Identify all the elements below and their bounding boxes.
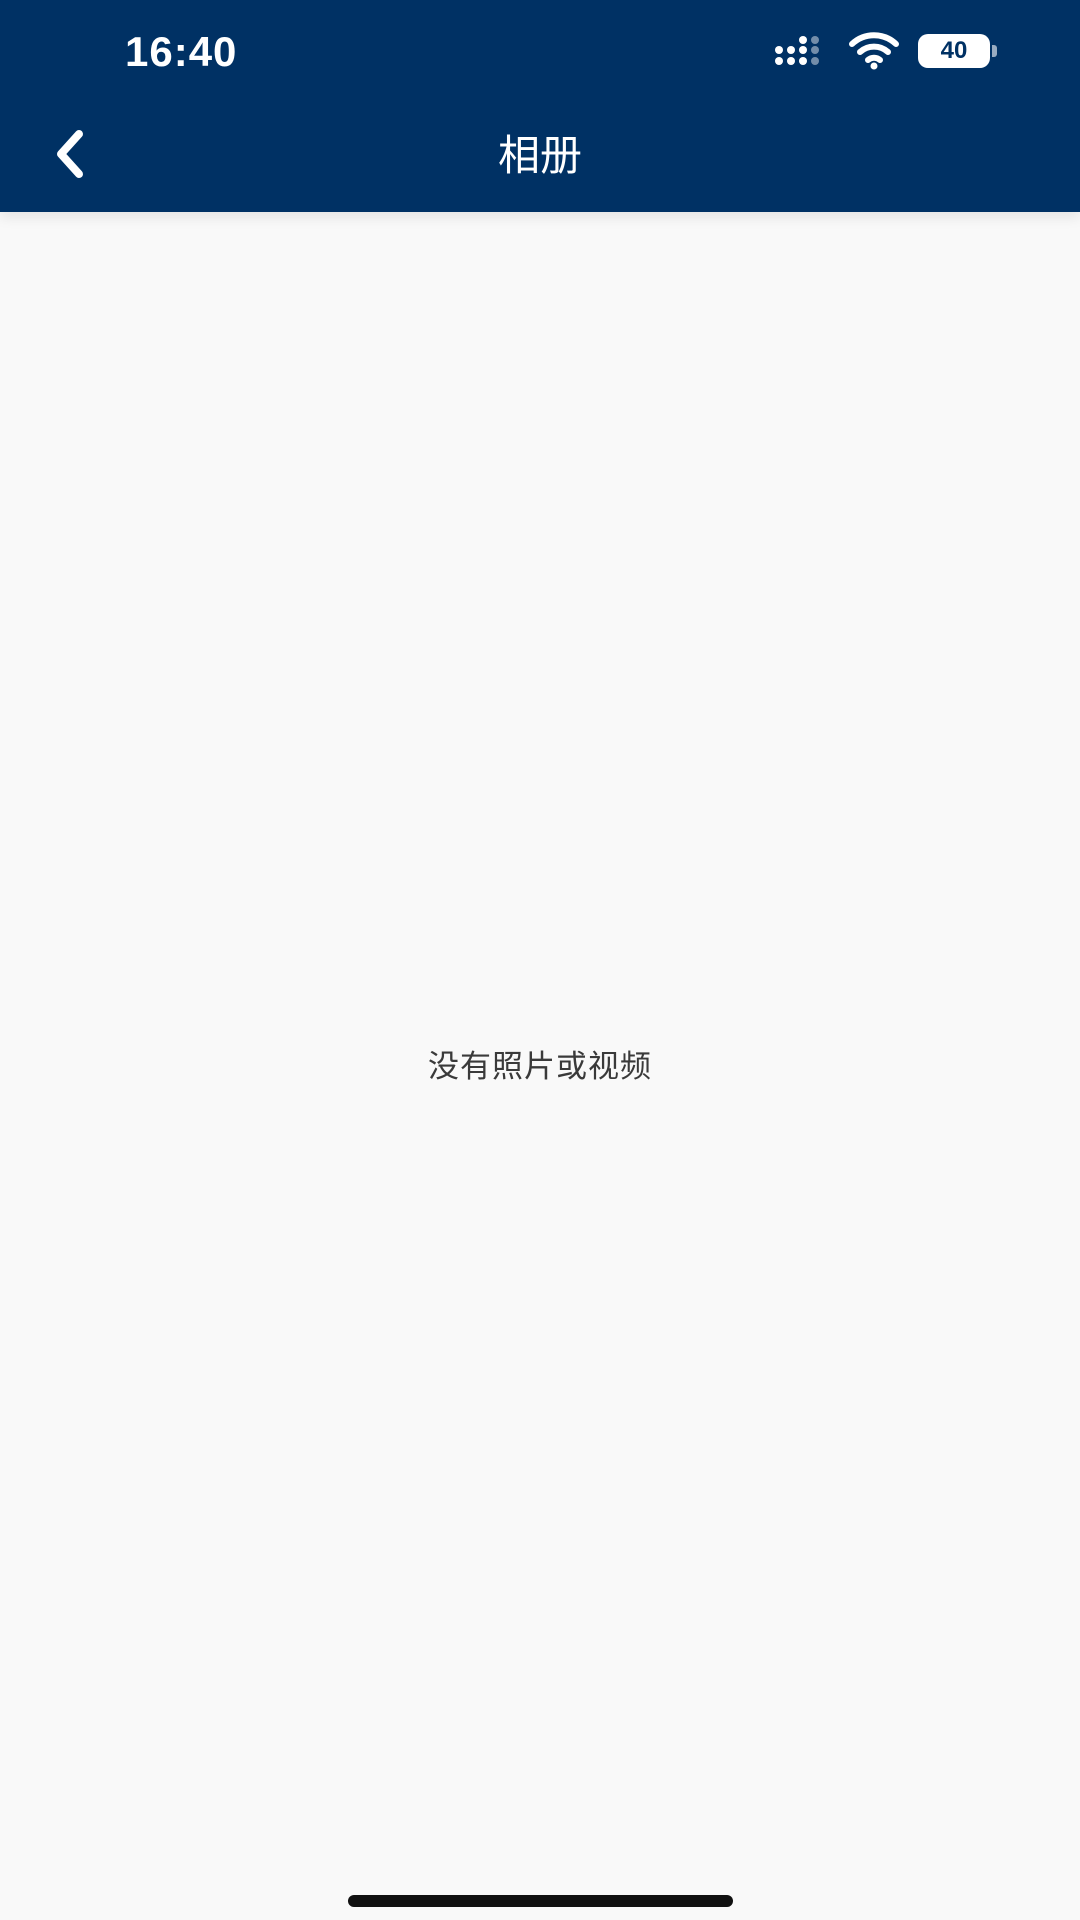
empty-state-message: 没有照片或视频	[428, 1049, 652, 1085]
back-button[interactable]	[40, 118, 100, 190]
top-bar: 16:40 40 相册	[0, 0, 1080, 212]
battery-level: 40	[940, 37, 968, 64]
signal-icon	[775, 36, 819, 65]
chevron-left-icon	[57, 130, 83, 178]
battery-icon: 40	[918, 34, 998, 70]
status-time: 16:40	[125, 28, 238, 75]
wifi-icon	[849, 32, 899, 70]
album-screen: 16:40 40 相册 没有照片或视频	[0, 0, 1080, 1920]
page-title: 相册	[497, 131, 582, 180]
battery-cap	[992, 45, 997, 57]
home-indicator[interactable]	[348, 1895, 733, 1907]
